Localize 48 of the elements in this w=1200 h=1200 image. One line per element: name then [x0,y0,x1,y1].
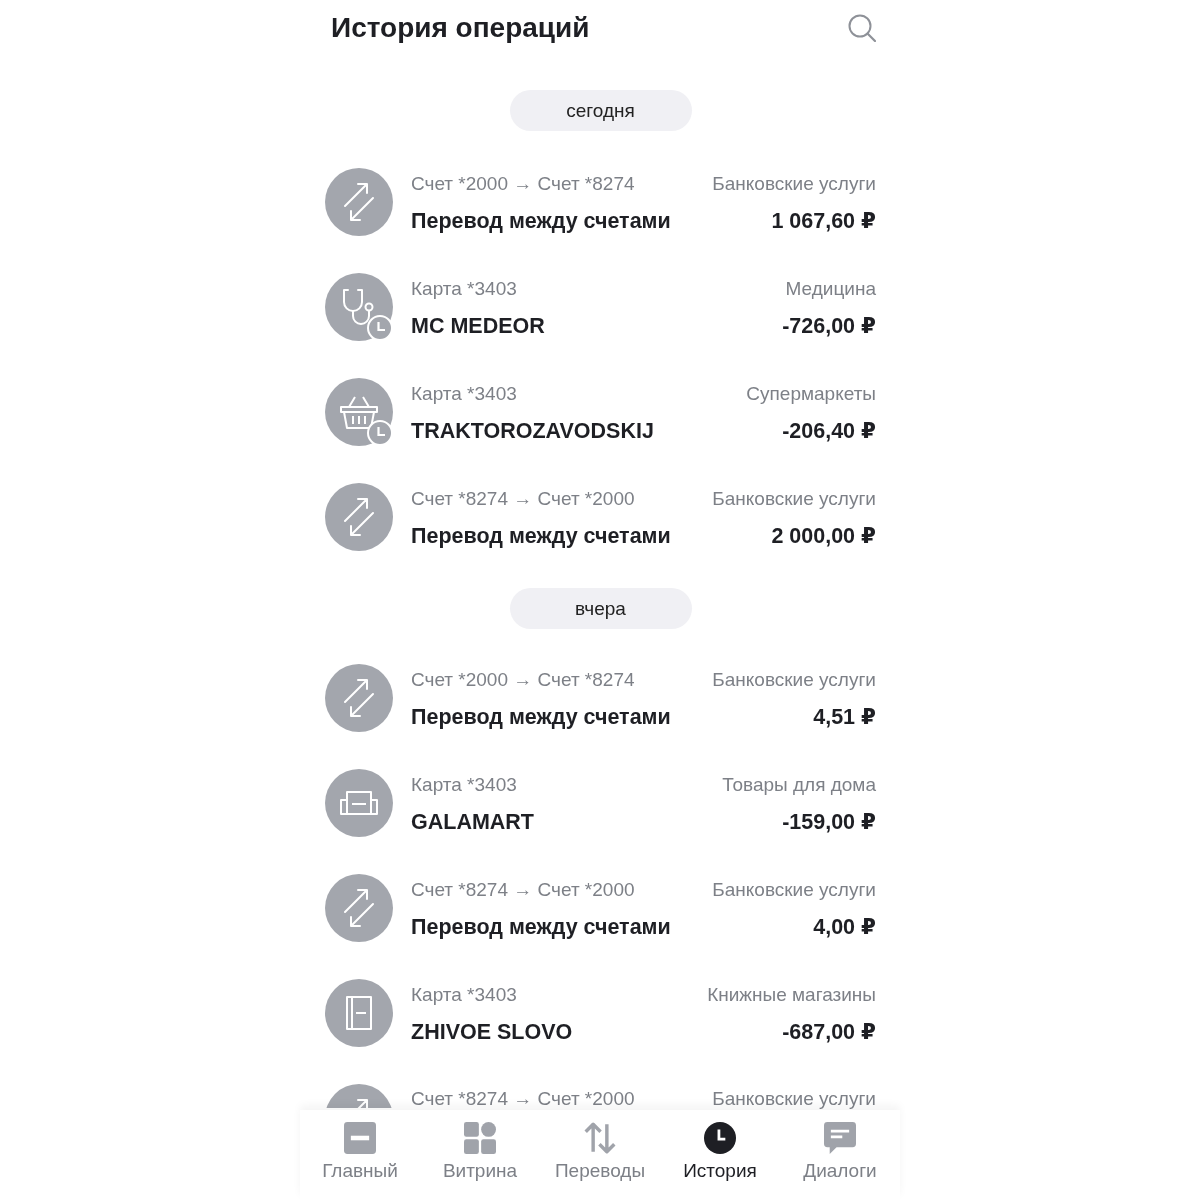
operation-title: Перевод между счетами [411,704,671,730]
operation-title: Перевод между счетами [411,208,671,234]
category-text: Банковские услуги [712,488,876,510]
square-icon [344,1122,376,1154]
category-text: Книжные магазины [707,984,876,1006]
operation-title: TRAKTOROZAVODSKIJ [411,418,654,444]
nav-tab[interactable]: Витрина [420,1110,540,1200]
category-text: Супермаркеты [746,383,876,405]
account-text: Счет *8274 → Счет *2000 [411,1088,635,1110]
amount-text: 4,51 ₽ [813,704,876,730]
category-text: Банковские услуги [712,669,876,691]
category-text: Медицина [785,278,876,300]
amount-text: 2 000,00 ₽ [771,523,876,549]
up-down-arrows-icon [584,1122,616,1154]
date-label: вчера [509,588,692,629]
operation-title: MC MEDEOR [411,313,545,339]
nav-tab[interactable]: История [660,1110,780,1200]
account-text: Карта *3403 [411,383,517,405]
search-icon[interactable] [848,14,876,42]
operation-title: Перевод между счетами [411,523,671,549]
account-text: Счет *2000 → Счет *8274 [411,173,635,195]
amount-text: 4,00 ₽ [813,914,876,940]
page-title: История операций [331,12,590,44]
amount-text: -726,00 ₽ [782,313,876,339]
date-label: сегодня [509,90,692,131]
nav-tab[interactable]: Главный [300,1110,420,1200]
grid-icon [464,1122,496,1154]
amount-text: 1 067,60 ₽ [771,208,876,234]
account-text: Счет *2000 → Счет *8274 [411,669,635,691]
operation-title: ZHIVOE SLOVO [411,1019,573,1045]
account-text: Счет *8274 → Счет *2000 [411,488,635,510]
amount-text: -159,00 ₽ [782,809,876,835]
operation-title: GALAMART [411,809,534,835]
account-text: Карта *3403 [411,984,517,1006]
clock-icon [704,1122,736,1154]
category-text: Банковские услуги [712,1088,876,1110]
account-text: Карта *3403 [411,774,517,796]
category-text: Банковские услуги [712,173,876,195]
nav-tab[interactable]: Переводы [540,1110,660,1200]
account-text: Карта *3403 [411,278,517,300]
account-text: Счет *8274 → Счет *2000 [411,879,635,901]
operation-title: Перевод между счетами [411,914,671,940]
nav-tab[interactable]: Диалоги [780,1110,900,1200]
amount-text: -206,40 ₽ [782,418,876,444]
category-text: Банковские услуги [712,879,876,901]
category-text: Товары для дома [722,774,876,796]
chat-bubble-icon [824,1122,856,1154]
amount-text: -687,00 ₽ [782,1019,876,1045]
